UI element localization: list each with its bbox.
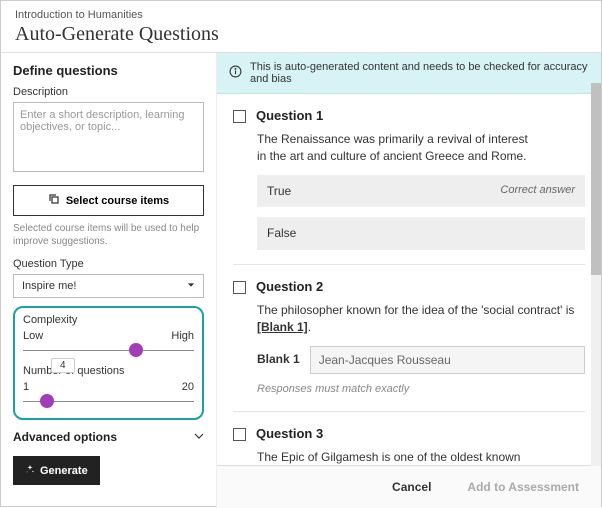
question-type-label: Question Type [13, 258, 204, 270]
advanced-options-label: Advanced options [13, 430, 117, 444]
define-heading: Define questions [13, 63, 204, 78]
question-text: The Epic of Gilgamesh is one of the olde… [257, 449, 537, 465]
question-checkbox[interactable] [233, 110, 246, 123]
right-panel: This is auto-generated content and needs… [216, 53, 601, 508]
bottom-bar: Cancel Add to Assessment [217, 465, 601, 508]
description-input[interactable] [13, 102, 204, 172]
left-panel: Define questions Description Select cour… [1, 53, 216, 508]
scrollbar[interactable] [591, 83, 601, 466]
answer-text: True [267, 183, 291, 200]
question-text: The Renaissance was primarily a revival … [257, 131, 537, 165]
caret-down-icon [187, 280, 195, 292]
sparkle-icon [25, 464, 35, 477]
numq-min-label: 1 [23, 381, 29, 393]
description-label: Description [13, 86, 204, 98]
questions-list[interactable]: Question 1 The Renaissance was primarily… [217, 94, 601, 465]
question-title: Question 1 [256, 108, 323, 123]
page-title: Auto-Generate Questions [15, 23, 587, 46]
complexity-slider-thumb[interactable] [129, 343, 143, 357]
select-course-items-label: Select course items [66, 195, 169, 207]
answer-text: False [267, 225, 296, 242]
blank-answer-input[interactable] [310, 346, 585, 374]
copy-icon [48, 193, 60, 208]
question-block: Question 2 The philosopher known for the… [233, 265, 585, 412]
info-banner: This is auto-generated content and needs… [217, 53, 601, 94]
numq-slider-thumb[interactable] [40, 394, 54, 408]
answer-row[interactable]: True Correct answer [257, 175, 585, 208]
advanced-options-toggle[interactable]: Advanced options [13, 430, 204, 444]
blank-label: Blank 1 [257, 351, 300, 368]
question-title: Question 2 [256, 279, 323, 294]
info-banner-text: This is auto-generated content and needs… [250, 61, 589, 85]
complexity-high-label: High [171, 330, 194, 342]
question-checkbox[interactable] [233, 428, 246, 441]
complexity-slider[interactable]: 4 [23, 350, 194, 351]
scrollbar-thumb[interactable] [591, 83, 601, 275]
question-type-value: Inspire me! [22, 280, 76, 292]
page-header: Introduction to Humanities Auto-Generate… [1, 1, 601, 53]
sliders-highlight: Complexity Low High 4 Number of question… [13, 306, 204, 420]
question-title: Question 3 [256, 426, 323, 441]
complexity-low-label: Low [23, 330, 43, 342]
course-title: Introduction to Humanities [15, 9, 587, 21]
correct-answer-tag: Correct answer [500, 183, 575, 198]
numq-max-label: 20 [182, 381, 194, 393]
question-text: The philosopher known for the idea of th… [257, 302, 585, 336]
question-block: Question 3 The Epic of Gilgamesh is one … [233, 412, 585, 465]
match-hint: Responses must match exactly [257, 382, 585, 397]
generate-label: Generate [40, 465, 88, 477]
chevron-down-icon [194, 430, 204, 444]
select-items-hint: Selected course items will be used to he… [13, 222, 204, 248]
blank-token: [Blank 1] [257, 320, 308, 334]
complexity-value-bubble: 4 [51, 358, 75, 373]
add-to-assessment-button[interactable]: Add to Assessment [459, 476, 587, 498]
select-course-items-button[interactable]: Select course items [13, 185, 204, 216]
cancel-button[interactable]: Cancel [384, 476, 439, 498]
complexity-label: Complexity [23, 314, 194, 326]
question-block: Question 1 The Renaissance was primarily… [233, 94, 585, 265]
answer-row[interactable]: False [257, 217, 585, 250]
question-type-select[interactable]: Inspire me! [13, 274, 204, 298]
question-checkbox[interactable] [233, 281, 246, 294]
numq-label: Number of questions [23, 365, 194, 377]
info-icon [229, 65, 242, 81]
generate-button[interactable]: Generate [13, 456, 100, 485]
numq-slider[interactable] [23, 401, 194, 402]
